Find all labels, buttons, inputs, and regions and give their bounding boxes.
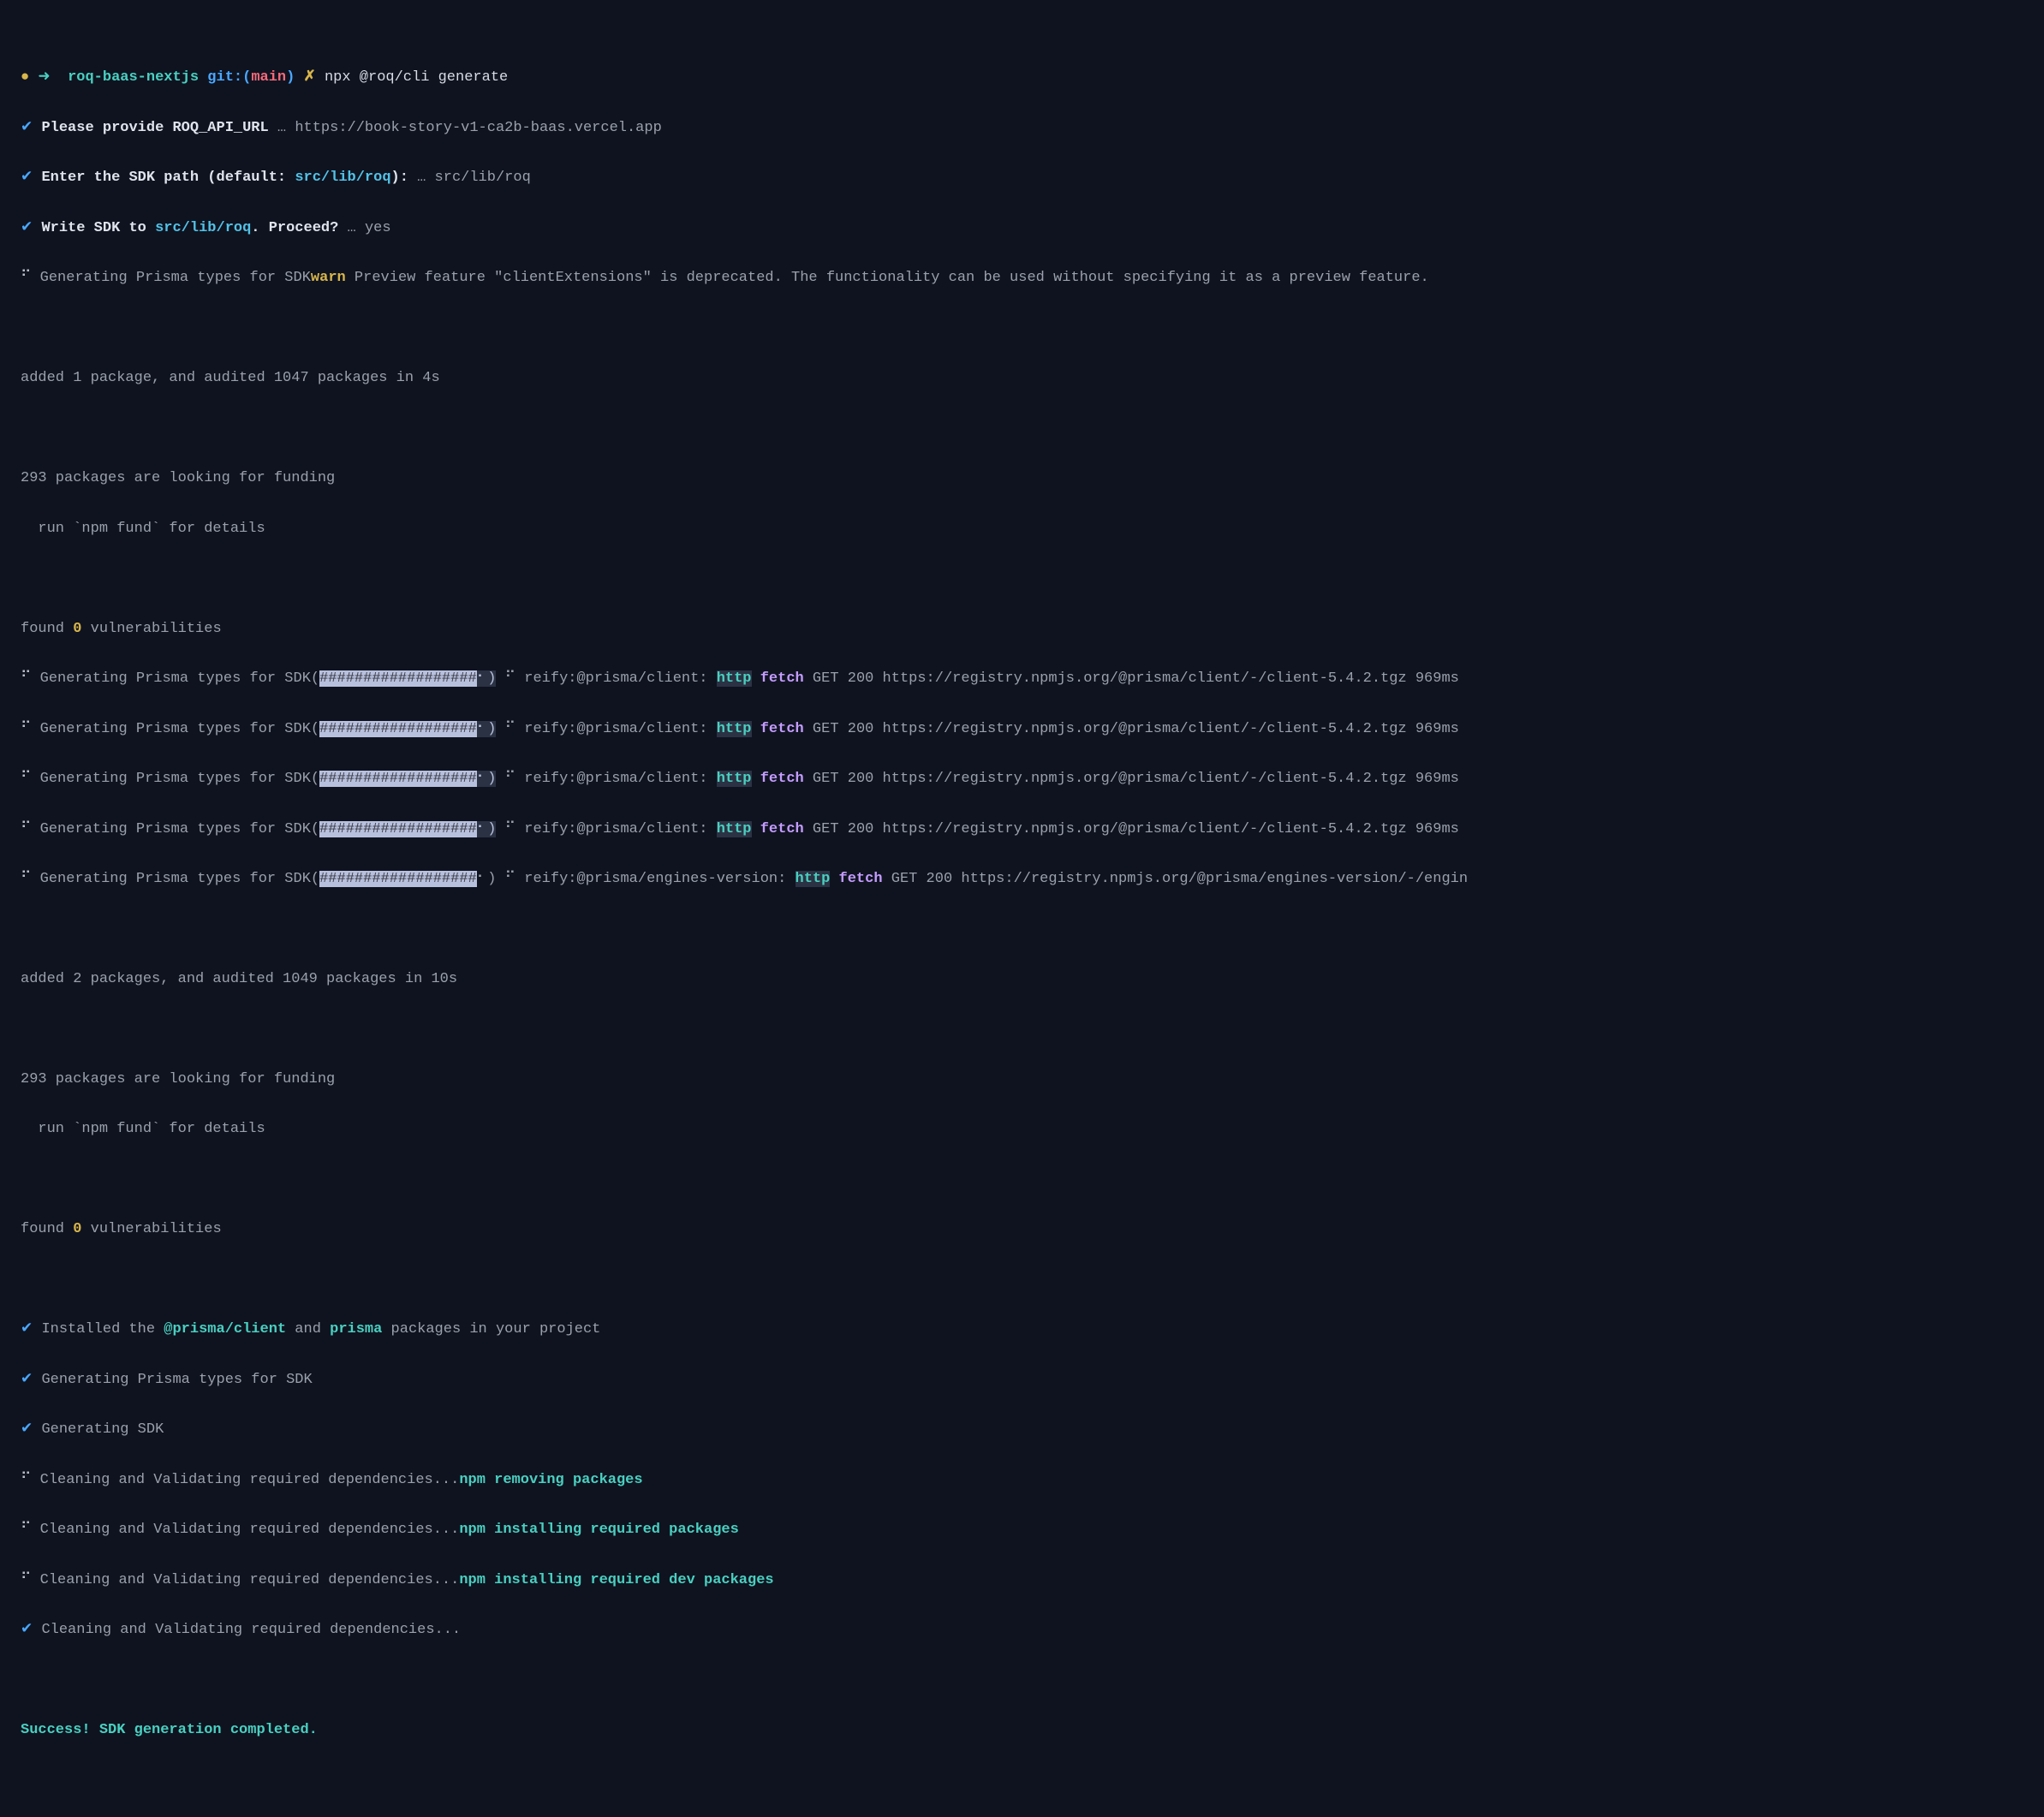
npm-added-line: added 2 packages, and audited 1049 packa… bbox=[21, 967, 2044, 992]
check-icon: ✔ bbox=[21, 120, 33, 136]
blank-line bbox=[21, 1016, 2044, 1041]
reify-line: ⠋ Generating Prisma types for SDK(######… bbox=[21, 867, 2044, 891]
check-icon: ✔ bbox=[21, 170, 33, 186]
blank-line bbox=[21, 416, 2044, 441]
generating-warn-line: ⠋ Generating Prisma types for SDKwarn Pr… bbox=[21, 265, 2044, 290]
blank-line bbox=[21, 1667, 2044, 1692]
http-badge: http bbox=[717, 771, 752, 787]
prompt-sdk-path: ✔ Enter the SDK path (default: src/lib/r… bbox=[21, 165, 2044, 190]
http-badge: http bbox=[717, 721, 752, 737]
package-name: prisma bbox=[330, 1321, 382, 1337]
blank-line bbox=[21, 316, 2044, 341]
done-line: ✔ Generating Prisma types for SDK bbox=[21, 1367, 2044, 1392]
spinner-icon: ⠋ bbox=[21, 270, 31, 286]
cleaning-line: ⠋ Cleaning and Validating required depen… bbox=[21, 1517, 2044, 1542]
reify-line: ⠋ Generating Prisma types for SDK(######… bbox=[21, 666, 2044, 691]
spinner-icon: ⠋ bbox=[21, 670, 31, 687]
command: npx @roq/cli generate bbox=[325, 69, 508, 86]
cleaning-done-line: ✔ Cleaning and Validating required depen… bbox=[21, 1617, 2044, 1642]
done-line: ✔ Generating SDK bbox=[21, 1417, 2044, 1442]
prompt-api-url: ✔ Please provide ROQ_API_URL … https://b… bbox=[21, 116, 2044, 140]
reify-line: ⠋ Generating Prisma types for SDK(######… bbox=[21, 817, 2044, 842]
spinner-icon: ⠋ bbox=[21, 771, 31, 787]
http-badge: http bbox=[717, 670, 752, 687]
npm-vuln-line: found 0 vulnerabilities bbox=[21, 1217, 2044, 1242]
spinner-icon: ⠋ bbox=[21, 1572, 31, 1588]
reify-line: ⠋ Generating Prisma types for SDK(######… bbox=[21, 717, 2044, 742]
package-name: @prisma/client bbox=[164, 1321, 286, 1337]
progress-bar: ################## bbox=[319, 670, 477, 687]
confirm-value: yes bbox=[365, 220, 391, 236]
check-icon: ✔ bbox=[21, 1372, 33, 1388]
warn-label: warn bbox=[311, 270, 346, 286]
blank-line bbox=[21, 1167, 2044, 1192]
prompt-arrow: ➜ bbox=[38, 69, 50, 86]
spinner-icon: ⠋ bbox=[21, 871, 31, 887]
progress-bar: ################## bbox=[319, 721, 477, 737]
npm-added-line: added 1 package, and audited 1047 packag… bbox=[21, 366, 2044, 390]
installed-line: ✔ Installed the @prisma/client and prism… bbox=[21, 1317, 2044, 1342]
npm-vuln-line: found 0 vulnerabilities bbox=[21, 617, 2044, 641]
progress-bar: ################## bbox=[319, 871, 477, 887]
git-label: git: bbox=[207, 69, 242, 86]
spinner-icon: ⠋ bbox=[21, 1472, 31, 1488]
dirty-indicator: ● bbox=[21, 69, 29, 86]
spinner-icon: ⠋ bbox=[21, 1522, 31, 1538]
cleaning-line: ⠋ Cleaning and Validating required depen… bbox=[21, 1568, 2044, 1593]
npm-fund-line: run `npm fund` for details bbox=[21, 516, 2044, 541]
cleaning-line: ⠋ Cleaning and Validating required depen… bbox=[21, 1468, 2044, 1492]
http-badge: http bbox=[717, 821, 752, 837]
check-icon: ✔ bbox=[21, 1321, 33, 1337]
blank-line bbox=[21, 566, 2044, 591]
prompt-line: ● ➜ roq-baas-nextjs git:(main) ✗ npx @ro… bbox=[21, 65, 2044, 90]
blank-line bbox=[21, 1267, 2044, 1292]
progress-bar: ################## bbox=[319, 771, 477, 787]
progress-bar: ################## bbox=[319, 821, 477, 837]
prompt-confirm: ✔ Write SDK to src/lib/roq. Proceed? … y… bbox=[21, 216, 2044, 241]
git-branch: main bbox=[251, 69, 286, 86]
check-icon: ✔ bbox=[21, 220, 33, 236]
cwd: roq-baas-nextjs bbox=[68, 69, 199, 86]
spinner-icon: ⠋ bbox=[21, 821, 31, 837]
sdk-path-value: src/lib/roq bbox=[435, 170, 531, 186]
api-url-value: https://book-story-v1-ca2b-baas.vercel.a… bbox=[295, 120, 661, 136]
blank-line bbox=[21, 916, 2044, 941]
http-badge: http bbox=[796, 871, 831, 887]
status-icon: ✗ bbox=[304, 69, 316, 86]
npm-fund-line: run `npm fund` for details bbox=[21, 1117, 2044, 1141]
check-icon: ✔ bbox=[21, 1622, 33, 1638]
spinner-icon: ⠋ bbox=[21, 721, 31, 737]
reify-line: ⠋ Generating Prisma types for SDK(######… bbox=[21, 766, 2044, 791]
npm-fund-line: 293 packages are looking for funding bbox=[21, 1067, 2044, 1092]
check-icon: ✔ bbox=[21, 1421, 33, 1438]
success-line: Success! SDK generation completed. bbox=[21, 1718, 2044, 1743]
terminal-output[interactable]: ● ➜ roq-baas-nextjs git:(main) ✗ npx @ro… bbox=[0, 0, 2044, 1817]
npm-fund-line: 293 packages are looking for funding bbox=[21, 466, 2044, 491]
